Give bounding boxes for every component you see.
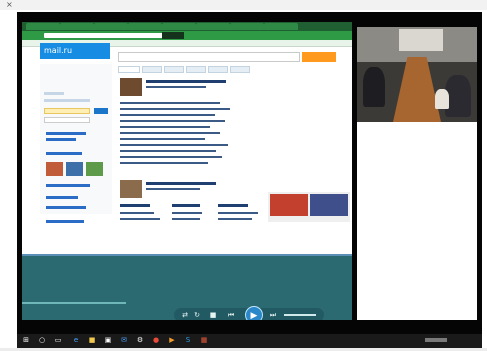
play-button[interactable]: ▶ <box>245 306 263 320</box>
news-line[interactable] <box>120 162 208 164</box>
news-tab[interactable] <box>118 66 140 73</box>
sidebar-image <box>46 162 63 176</box>
news-thumbnail[interactable] <box>120 78 142 96</box>
sidebar-link[interactable] <box>46 206 86 209</box>
edge-icon[interactable]: e <box>72 336 80 345</box>
volume-slider[interactable] <box>284 314 316 316</box>
browser-tab[interactable] <box>94 23 128 30</box>
browser-window: mail.ru <box>22 22 352 254</box>
browser-tab[interactable] <box>60 23 94 30</box>
photos-icon[interactable]: ▦ <box>200 336 208 345</box>
video-panel-blank <box>357 122 477 320</box>
system-tray[interactable] <box>425 338 447 342</box>
news-line[interactable] <box>120 102 220 104</box>
news-line[interactable] <box>120 120 225 122</box>
news-tab[interactable] <box>230 66 250 73</box>
browser-tab[interactable] <box>128 23 162 30</box>
sidebar-link[interactable] <box>46 152 82 155</box>
close-icon[interactable]: × <box>6 0 13 10</box>
news-line[interactable] <box>146 188 200 190</box>
browser-tab[interactable] <box>196 23 230 30</box>
search-input[interactable] <box>118 52 300 62</box>
section-heading <box>172 204 200 207</box>
news-thumbnail[interactable] <box>120 180 142 198</box>
news-tab[interactable] <box>142 66 162 73</box>
news-line[interactable] <box>120 132 220 134</box>
news-line[interactable] <box>146 86 206 88</box>
section-link[interactable] <box>172 212 202 214</box>
browser-tab-strip <box>22 22 352 31</box>
news-tab[interactable] <box>208 66 228 73</box>
browser-tab[interactable] <box>264 23 298 30</box>
sidebar-link[interactable] <box>46 184 90 187</box>
news-line[interactable] <box>120 150 216 152</box>
chrome-icon[interactable]: ● <box>152 336 160 345</box>
login-field[interactable] <box>44 108 90 114</box>
sidebar-image <box>86 162 103 176</box>
browser-tab[interactable] <box>26 23 60 30</box>
news-line[interactable] <box>120 126 210 128</box>
news-line[interactable] <box>120 144 228 146</box>
search-button[interactable] <box>302 52 336 62</box>
sidebar-link[interactable] <box>46 196 78 199</box>
section-heading <box>218 204 248 207</box>
media-player-icon[interactable]: ▶ <box>168 336 176 345</box>
section-link[interactable] <box>172 218 200 220</box>
outer-window-titlebar: × <box>0 0 487 10</box>
browser-scroll-edge <box>22 254 352 256</box>
sidebar-link[interactable] <box>46 220 84 223</box>
skype-icon[interactable]: S <box>184 336 192 345</box>
repeat-icon[interactable]: ↻ <box>192 311 202 319</box>
section-link[interactable] <box>218 212 258 214</box>
section-heading <box>120 204 150 207</box>
sidebar-image <box>66 162 83 176</box>
news-headline[interactable] <box>146 80 226 83</box>
webcam-feed <box>357 27 477 122</box>
news-line[interactable] <box>120 114 215 116</box>
sidebar-text <box>44 99 90 102</box>
sidebar-link[interactable] <box>46 132 86 135</box>
search-icon[interactable]: ○ <box>38 336 46 345</box>
task-view-icon[interactable]: ▭ <box>54 336 62 345</box>
participant <box>435 89 449 109</box>
room-screen <box>399 29 443 51</box>
section-link[interactable] <box>218 218 252 220</box>
section-link[interactable] <box>120 218 160 220</box>
news-line[interactable] <box>120 108 230 110</box>
site-logo[interactable]: mail.ru <box>40 43 110 59</box>
sidebar-link[interactable] <box>46 138 76 141</box>
news-tab[interactable] <box>186 66 206 73</box>
shared-screen: mail.ru ⇄ ↻ ■ ⏮ ▶ ⏭ <box>22 22 352 320</box>
meeting-table <box>393 57 441 122</box>
participant <box>363 67 385 107</box>
previous-icon[interactable]: ⏮ <box>226 311 236 319</box>
news-tab[interactable] <box>164 66 184 73</box>
stop-icon[interactable]: ■ <box>208 311 218 319</box>
section-link[interactable] <box>120 212 154 214</box>
taskbar <box>17 334 482 348</box>
browser-tab[interactable] <box>230 23 264 30</box>
news-headline[interactable] <box>146 182 216 185</box>
login-button[interactable] <box>94 108 108 114</box>
browser-tab[interactable] <box>162 23 196 30</box>
shuffle-icon[interactable]: ⇄ <box>180 311 190 319</box>
mail-icon[interactable]: ✉ <box>120 336 128 345</box>
promo-image[interactable] <box>310 194 348 216</box>
next-icon[interactable]: ⏭ <box>268 311 278 319</box>
promo-image[interactable] <box>270 194 308 216</box>
store-icon[interactable]: ▣ <box>104 336 112 345</box>
settings-icon[interactable]: ⚙ <box>136 336 144 345</box>
password-field[interactable] <box>44 117 90 123</box>
news-line[interactable] <box>120 156 222 158</box>
news-line[interactable] <box>120 138 205 140</box>
file-explorer-icon[interactable]: ■ <box>88 336 96 345</box>
address-bar[interactable] <box>44 33 164 38</box>
sidebar-heading <box>44 92 64 95</box>
start-icon[interactable]: ⊞ <box>22 336 30 345</box>
toolbar-button[interactable] <box>162 32 184 39</box>
seek-bar[interactable] <box>22 302 126 304</box>
